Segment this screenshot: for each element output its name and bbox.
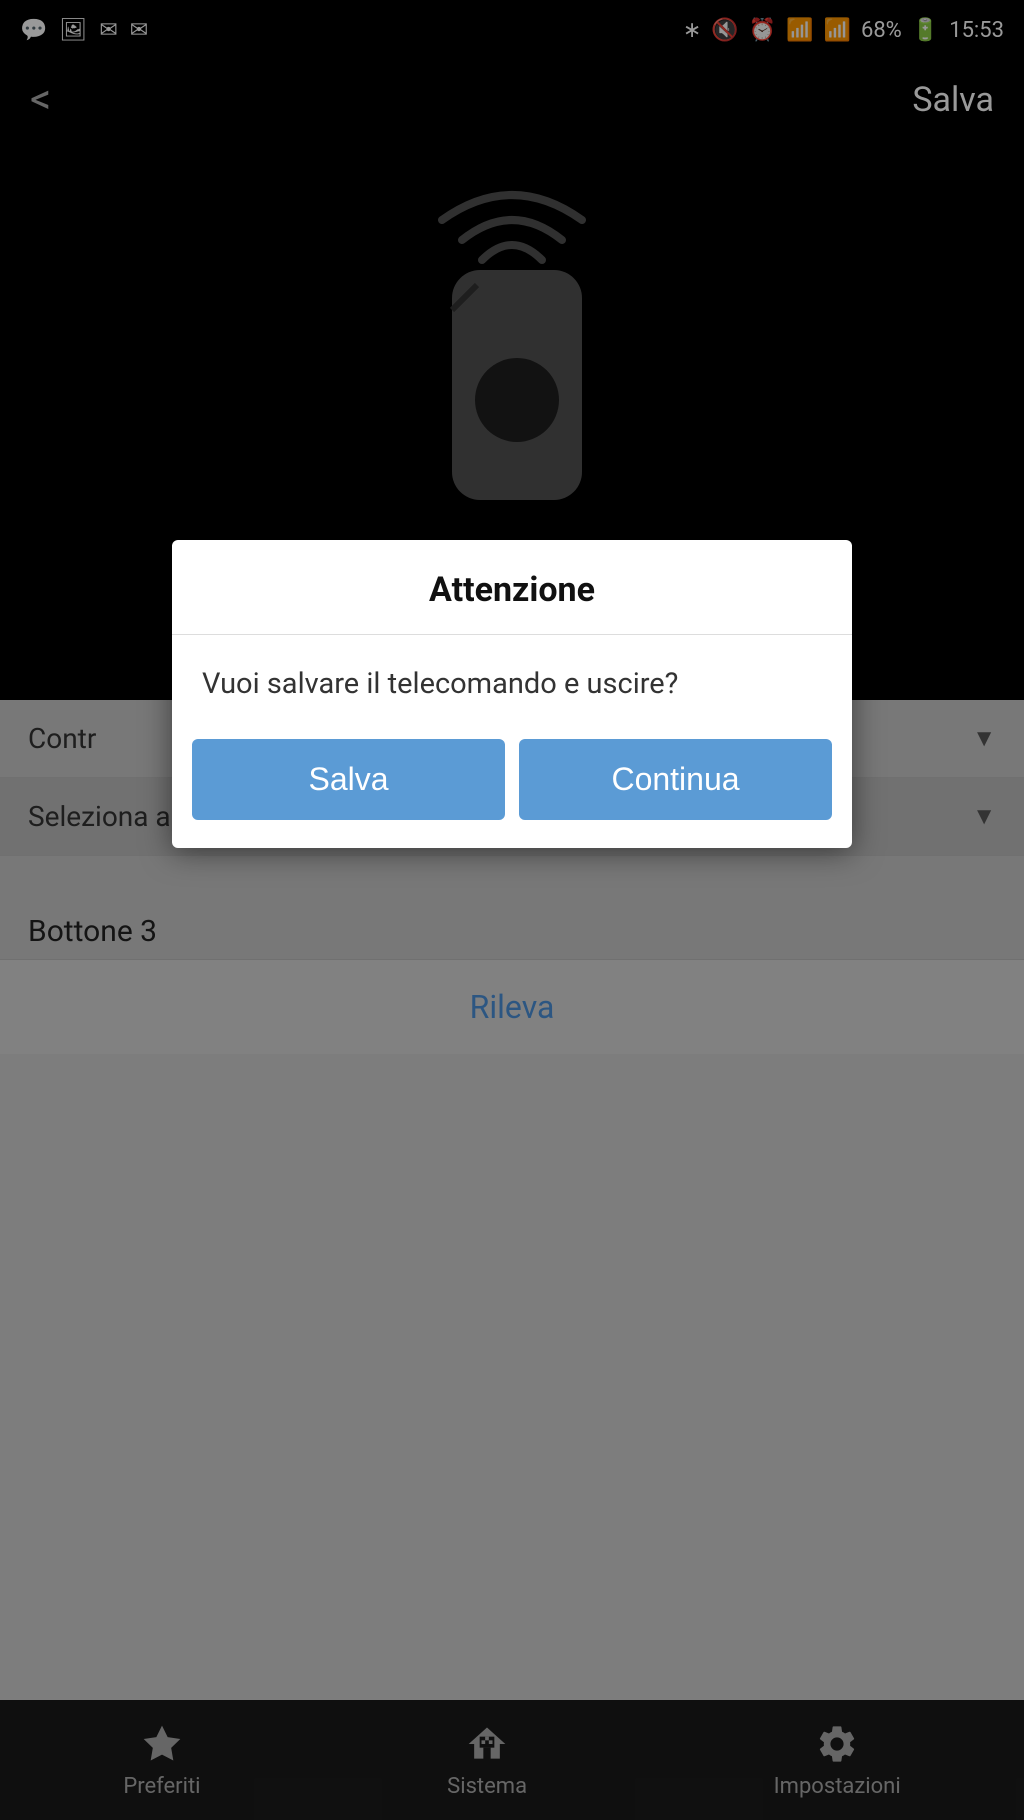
dialog-save-button[interactable]: Salva	[192, 739, 505, 820]
dialog-title: Attenzione	[172, 540, 852, 635]
dialog-buttons: Salva Continua	[172, 715, 852, 848]
dialog-continue-button[interactable]: Continua	[519, 739, 832, 820]
dialog-overlay: Attenzione Vuoi salvare il telecomando e…	[0, 0, 1024, 1820]
dialog-body: Vuoi salvare il telecomando e uscire?	[172, 635, 852, 715]
dialog: Attenzione Vuoi salvare il telecomando e…	[172, 540, 852, 848]
